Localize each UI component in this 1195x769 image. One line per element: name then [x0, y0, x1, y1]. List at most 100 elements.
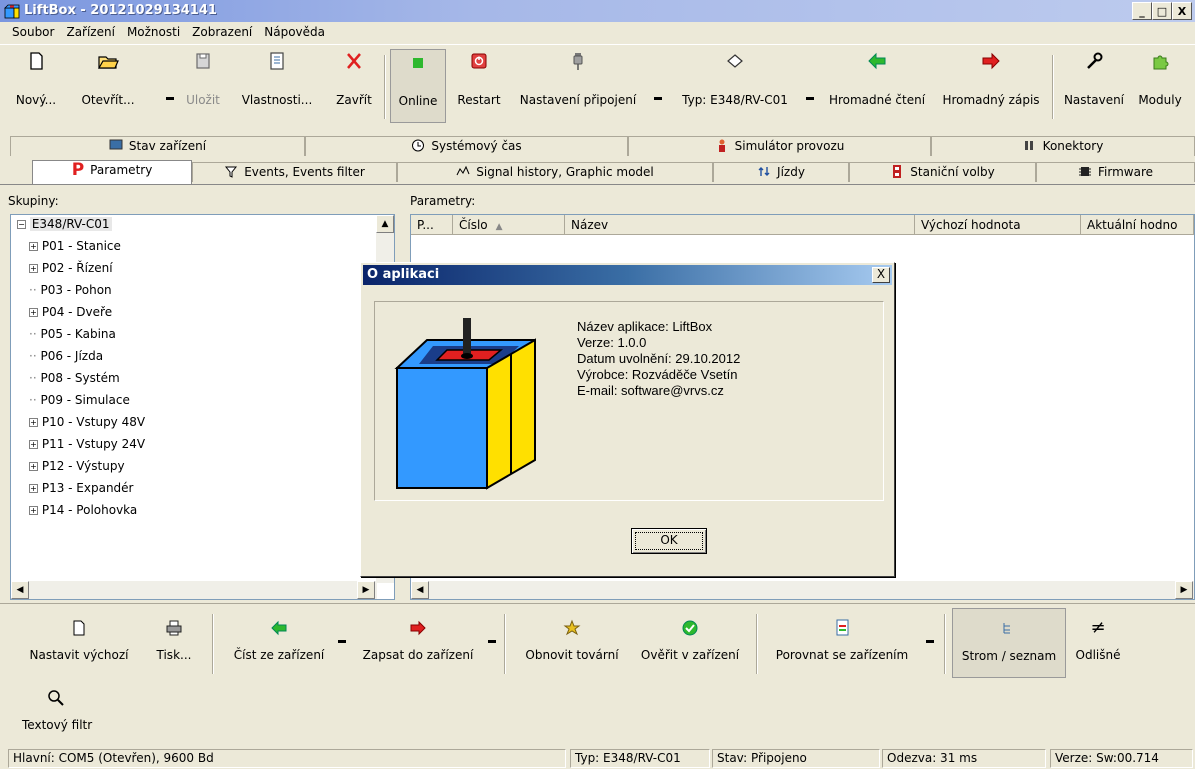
type-dropdown-caret[interactable]	[806, 97, 814, 100]
tree-item[interactable]: ·· P05 - Kabina	[29, 327, 116, 349]
read-dropdown-caret[interactable]	[338, 640, 346, 643]
expand-icon[interactable]: +	[29, 484, 38, 493]
tree-item[interactable]: + P14 - Polohovka	[29, 503, 137, 525]
about-release-date: Datum uvolnění: 29.10.2012	[577, 351, 741, 366]
tree-horizontal-scrollbar[interactable]: ◀ ▶	[11, 581, 377, 599]
restore-factory-button[interactable]: Obnovit tovární	[514, 618, 630, 662]
verify-in-device-button[interactable]: Ověřit v zařízení	[632, 618, 748, 662]
menu-view[interactable]: Zobrazení	[186, 25, 258, 39]
about-dialog-title-bar[interactable]: O aplikaci X	[363, 265, 892, 285]
grid-horizontal-scrollbar[interactable]: ◀ ▶	[411, 581, 1194, 599]
expand-icon[interactable]: +	[29, 462, 38, 471]
expand-icon[interactable]: +	[29, 264, 38, 273]
monitor-icon	[109, 139, 123, 150]
write-to-device-button[interactable]: Zapsat do zařízení	[352, 618, 484, 662]
tab-signal-history[interactable]: Signal history, Graphic model	[397, 162, 713, 182]
minimize-button[interactable]: _	[1132, 2, 1152, 20]
toolbar-separator	[944, 614, 946, 674]
differences-button[interactable]: ≠ Odlišné	[1072, 618, 1124, 663]
tree-leaf-connector: ··	[29, 371, 37, 385]
open-button[interactable]: Otevřít...	[62, 49, 154, 123]
bulk-write-button[interactable]: Hromadný zápis	[936, 49, 1046, 123]
tab-operation-simulator[interactable]: Simulátor provozu	[628, 136, 931, 156]
compare-with-device-button[interactable]: Porovnat se zařízením	[766, 618, 918, 662]
scroll-right-icon[interactable]: ▶	[1175, 581, 1193, 599]
expand-icon[interactable]: +	[29, 440, 38, 449]
settings-button[interactable]: Nastavení	[1058, 49, 1130, 123]
tab-firmware[interactable]: Firmware	[1036, 162, 1195, 182]
open-dropdown-caret[interactable]	[166, 97, 174, 100]
menu-bar: Soubor Zařízení Možnosti Zobrazení Nápov…	[0, 22, 1195, 42]
bulk-read-button[interactable]: Hromadné čtení	[820, 49, 934, 123]
expand-icon[interactable]: +	[29, 506, 38, 515]
tree-item[interactable]: + P01 - Stanice	[29, 239, 121, 261]
text-filter-button[interactable]: Textový filtr	[22, 688, 92, 732]
status-connection-state: Stav: Připojeno	[712, 749, 880, 768]
about-info-panel: Název aplikace: LiftBox Verze: 1.0.0 Dat…	[374, 301, 884, 501]
tab-device-status[interactable]: Stav zařízení	[10, 136, 305, 156]
device-type-button[interactable]: Typ: E348/RV-C01	[670, 49, 800, 123]
tab-parameters[interactable]: P Parametry	[32, 160, 192, 184]
scroll-left-icon[interactable]: ◀	[11, 581, 29, 599]
modules-button[interactable]: Moduly	[1128, 49, 1192, 123]
about-dialog-close-button[interactable]: X	[872, 267, 890, 283]
menu-help[interactable]: Nápověda	[258, 25, 331, 39]
wrench-icon	[1087, 52, 1103, 69]
arrow-right-red-icon	[982, 52, 1000, 70]
events-filter-icon	[225, 166, 238, 178]
tab-system-time[interactable]: Systémový čas	[305, 136, 628, 156]
tree-item[interactable]: ·· P09 - Simulace	[29, 393, 130, 415]
column-header-current[interactable]: Aktuální hodno	[1081, 215, 1194, 235]
window-title: LiftBox - 20121029134141	[24, 3, 217, 18]
expand-icon[interactable]: +	[29, 242, 38, 251]
scroll-up-icon[interactable]: ▲	[376, 215, 394, 233]
tree-item[interactable]: + P04 - Dveře	[29, 305, 112, 327]
column-header-p[interactable]: P...	[411, 215, 453, 235]
column-header-number[interactable]: Číslo ▲	[453, 215, 565, 235]
menu-device[interactable]: Zařízení	[60, 25, 120, 39]
column-header-name[interactable]: Název	[565, 215, 915, 235]
tab-events[interactable]: Events, Events filter	[192, 162, 397, 182]
expand-icon[interactable]: +	[29, 308, 38, 317]
close-file-button[interactable]: Zavřít	[330, 49, 378, 123]
online-toggle-button[interactable]: Online	[390, 49, 446, 123]
print-button[interactable]: Tisk...	[150, 618, 198, 662]
tree-item[interactable]: + P11 - Vstupy 24V	[29, 437, 145, 459]
title-bar[interactable]: LiftBox - 20121029134141 _ □ X	[0, 0, 1195, 22]
tree-root[interactable]: − E348/RV-C01	[17, 217, 112, 239]
maximize-button[interactable]: □	[1152, 2, 1172, 20]
about-info-text: Název aplikace: LiftBox Verze: 1.0.0 Dat…	[577, 319, 740, 399]
collapse-icon[interactable]: −	[17, 220, 26, 229]
tab-trips[interactable]: Jízdy	[713, 162, 849, 182]
restart-button[interactable]: Restart	[450, 49, 508, 123]
menu-file[interactable]: Soubor	[6, 25, 60, 39]
connection-dropdown-caret[interactable]	[654, 97, 662, 100]
ok-button[interactable]: OK	[631, 528, 707, 554]
menu-options[interactable]: Možnosti	[121, 25, 186, 39]
tree-item[interactable]: + P13 - Expandér	[29, 481, 134, 503]
set-default-button[interactable]: Nastavit výchozí	[20, 618, 138, 662]
groups-label: Skupiny:	[8, 194, 59, 208]
expand-icon[interactable]: +	[29, 418, 38, 427]
properties-button[interactable]: Vlastnosti...	[232, 49, 322, 123]
read-from-device-button[interactable]: Číst ze zařízení	[224, 618, 334, 662]
close-window-button[interactable]: X	[1172, 2, 1192, 20]
save-button[interactable]: Uložit	[182, 49, 224, 123]
scroll-left-icon[interactable]: ◀	[411, 581, 429, 599]
connection-settings-button[interactable]: Nastavení připojení	[510, 49, 646, 123]
tree-item[interactable]: + P10 - Vstupy 48V	[29, 415, 145, 437]
tab-connectors[interactable]: Konektory	[931, 136, 1195, 156]
new-button[interactable]: Nový...	[6, 49, 66, 123]
write-dropdown-caret[interactable]	[488, 640, 496, 643]
column-header-default[interactable]: Výchozí hodnota	[915, 215, 1081, 235]
tree-list-toggle-button[interactable]: Strom / seznam	[952, 608, 1066, 678]
tree-item[interactable]: + P12 - Výstupy	[29, 459, 125, 481]
tree-item[interactable]: ·· P08 - Systém	[29, 371, 120, 393]
groups-tree[interactable]: − E348/RV-C01 + P01 - Stanice + P02 - Ří…	[10, 214, 395, 600]
tree-item[interactable]: + P02 - Řízení	[29, 261, 113, 283]
scroll-right-icon[interactable]: ▶	[357, 581, 375, 599]
tab-station-calls[interactable]: Staniční volby	[849, 162, 1036, 182]
tree-item[interactable]: ·· P03 - Pohon	[29, 283, 112, 305]
tree-item[interactable]: ·· P06 - Jízda	[29, 349, 103, 371]
compare-dropdown-caret[interactable]	[926, 640, 934, 643]
